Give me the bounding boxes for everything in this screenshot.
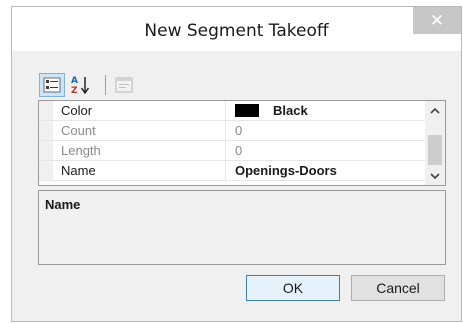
dialog-title: New Segment Takeoff bbox=[144, 21, 329, 41]
cancel-button[interactable]: Cancel bbox=[351, 275, 445, 301]
property-name: Count bbox=[61, 123, 96, 138]
property-value[interactable]: Openings-Doors bbox=[235, 163, 337, 178]
property-row-color[interactable]: Color Black bbox=[39, 101, 425, 121]
property-value: 0 bbox=[235, 123, 243, 138]
property-name: Name bbox=[61, 163, 96, 178]
property-row-length[interactable]: Length 0 bbox=[39, 141, 425, 161]
new-segment-takeoff-dialog: New Segment Takeoff ✕ A Z Color Black Co… bbox=[11, 6, 462, 322]
property-grid-toolbar: A Z bbox=[39, 73, 239, 99]
sort-alphabetical-icon: A Z bbox=[71, 76, 90, 96]
categorized-button[interactable] bbox=[39, 73, 65, 97]
property-name: Length bbox=[61, 143, 101, 158]
property-pages-button[interactable] bbox=[111, 73, 137, 97]
property-value: 0 bbox=[235, 143, 243, 158]
chevron-down-icon bbox=[430, 172, 440, 179]
color-swatch bbox=[235, 104, 259, 117]
close-button[interactable]: ✕ bbox=[413, 7, 461, 34]
close-icon: ✕ bbox=[429, 10, 445, 31]
property-pages-icon bbox=[115, 77, 133, 93]
svg-text:A: A bbox=[71, 76, 78, 86]
toolbar-separator bbox=[105, 75, 106, 95]
vertical-scrollbar[interactable] bbox=[425, 101, 445, 185]
scroll-thumb[interactable] bbox=[428, 135, 442, 165]
chevron-up-icon bbox=[430, 107, 440, 114]
property-grid: Color Black Count 0 Length 0 Name Openin… bbox=[38, 100, 446, 186]
scroll-up-button[interactable] bbox=[425, 101, 445, 119]
description-title: Name bbox=[45, 197, 81, 212]
scroll-down-button[interactable] bbox=[425, 167, 445, 185]
sort-alphabetical-button[interactable]: A Z bbox=[68, 73, 94, 97]
svg-text:Z: Z bbox=[71, 86, 78, 96]
ok-button[interactable]: OK bbox=[246, 275, 340, 301]
description-panel: Name bbox=[38, 190, 446, 265]
property-row-count[interactable]: Count 0 bbox=[39, 121, 425, 141]
property-value[interactable]: Black bbox=[273, 103, 308, 118]
property-name: Color bbox=[61, 103, 93, 118]
title-bar: New Segment Takeoff ✕ bbox=[12, 7, 461, 51]
categorized-icon bbox=[43, 77, 61, 93]
property-row-name[interactable]: Name Openings-Doors bbox=[39, 161, 425, 181]
